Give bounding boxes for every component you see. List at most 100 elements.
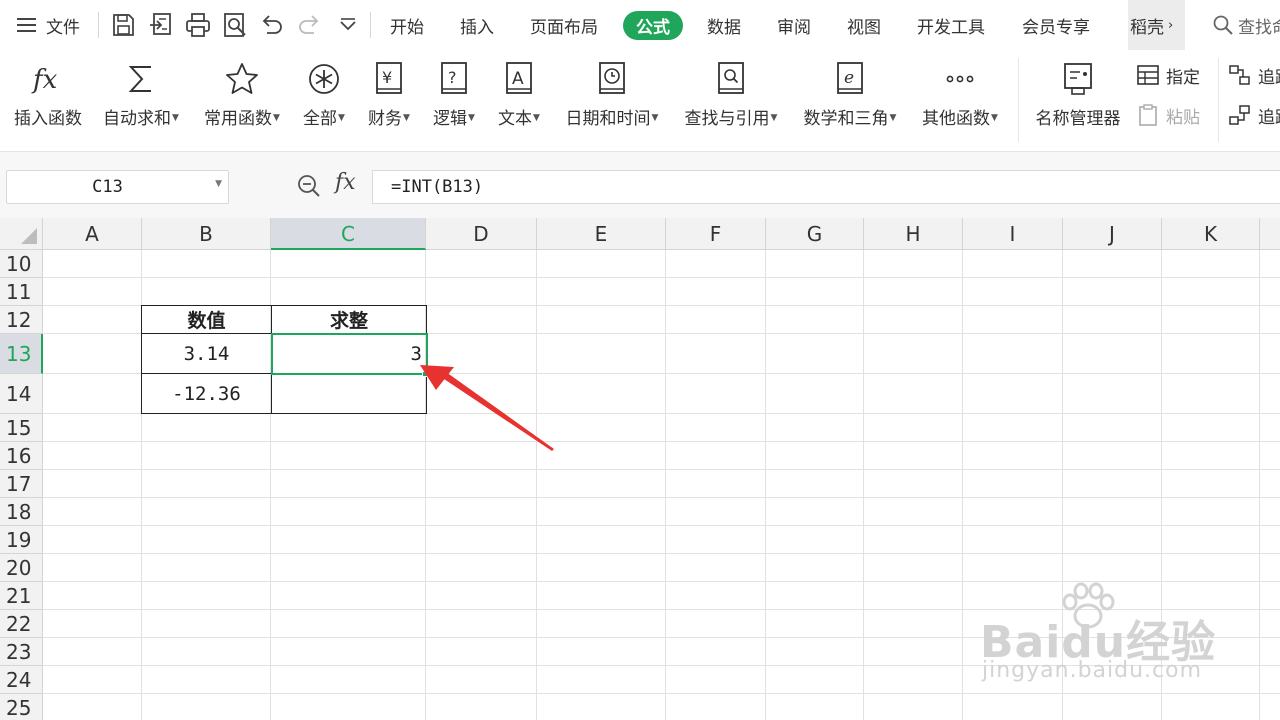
row-header-15[interactable]: 15 [0,414,43,442]
formula-ribbon: fx 插入函数 自动求和▼ 常用函数▼ 全部▼ ¥ 财务▼ ? 逻辑▼ A 文本… [0,50,1280,152]
zoom-icon[interactable] [295,172,323,200]
active-cell-outline [271,333,428,375]
date-time-button[interactable]: 日期和时间▼ [559,58,665,144]
column-header-h[interactable]: H [864,218,963,250]
logical-label: 逻辑 [433,109,468,129]
column-header-g[interactable]: G [766,218,864,250]
column-header-a[interactable]: A [43,218,142,250]
assign-name-label: 指定 [1166,67,1200,88]
financial-button[interactable]: ¥ 财务▼ [363,58,415,144]
row-header-13[interactable]: 13 [0,334,43,374]
name-manager-button[interactable]: 名称管理器 [1030,58,1126,144]
caret-down-icon: ▼ [273,113,280,123]
redo-icon[interactable] [296,11,324,39]
tab-home[interactable]: 开始 [390,0,424,50]
math-trig-button[interactable]: e 数学和三角▼ [798,58,902,144]
select-all-icon [21,228,37,244]
cell-b13[interactable]: 3.14 [141,333,272,374]
column-header-j[interactable]: J [1063,218,1162,250]
autosum-label: 自动求和 [103,109,172,129]
row-header-21[interactable]: 21 [0,582,43,610]
customize-dropdown-icon[interactable] [334,11,362,39]
export-pdf-icon[interactable] [147,11,175,39]
row-header-22[interactable]: 22 [0,610,43,638]
row-header-23[interactable]: 23 [0,638,43,666]
formula-input[interactable]: =INT(B13) [372,170,1280,204]
cell-b14[interactable]: -12.36 [141,373,272,414]
more-functions-button[interactable]: 其他函数▼ [917,58,1003,144]
caret-down-icon: ▼ [651,113,659,123]
paste-name-button[interactable]: 粘贴 [1136,101,1200,129]
insert-function-button[interactable]: fx 插入函数 [8,58,88,144]
table-icon [1137,65,1159,85]
trace-precedents-icon [1229,65,1250,85]
worksheet: ABCDEFGHIJK 10 11 12 13 14 15 16 17 18 19 20 21 22 23… [0,218,1280,720]
tab-page-layout[interactable]: 页面布局 [530,0,598,50]
math-trig-label: 数学和三角 [803,109,889,129]
row-headers: 10 11 12 13 14 15 16 17 18 19 20 21 22 23 24 25 [0,250,43,720]
cell-b12[interactable]: 数值 [141,305,272,334]
svg-text:e: e [844,68,854,88]
search-command[interactable]: 查找命 [1212,0,1280,50]
divider [98,12,99,38]
cell-grid[interactable]: 数值 求整 3.14 3 -12.36 [43,250,1280,720]
column-header-b[interactable]: B [142,218,271,250]
row-header-25[interactable]: 25 [0,694,43,720]
grid-line [43,553,1280,554]
text-functions-label: 文本 [498,109,533,129]
cell-c14[interactable] [271,373,427,414]
lookup-reference-button[interactable]: 查找与引用▼ [679,58,783,144]
yen-book-icon: ¥ [370,60,408,98]
row-header-14[interactable]: 14 [0,374,43,414]
tab-view[interactable]: 视图 [847,0,881,50]
print-preview-icon[interactable] [221,11,249,39]
assign-name-button[interactable]: 指定 [1136,61,1200,89]
column-header-e[interactable]: E [537,218,666,250]
tab-review[interactable]: 审阅 [777,0,811,50]
tab-member[interactable]: 会员专享 [1022,0,1090,50]
divider [1018,58,1019,142]
grid-line [43,525,1280,526]
all-functions-button[interactable]: 全部▼ [298,58,350,144]
trace-dependents-button[interactable]: 追踪 [1228,101,1280,129]
fill-handle[interactable] [422,371,428,377]
save-icon[interactable] [109,11,137,39]
grid-line [863,250,864,720]
row-header-19[interactable]: 19 [0,526,43,554]
svg-text:¥: ¥ [382,68,392,87]
tab-docer[interactable]: 稻壳 › [1128,0,1185,50]
column-header-c[interactable]: C [271,218,426,250]
row-header-24[interactable]: 24 [0,666,43,694]
text-functions-button[interactable]: A 文本▼ [493,58,545,144]
grid-line [536,250,537,720]
undo-icon[interactable] [257,11,285,39]
caret-down-icon: ▼ [991,113,998,123]
select-all-corner[interactable] [0,218,43,250]
tab-data[interactable]: 数据 [707,0,741,50]
tab-insert[interactable]: 插入 [460,0,494,50]
logical-button[interactable]: ? 逻辑▼ [428,58,480,144]
svg-text:A: A [512,69,524,89]
row-header-11[interactable]: 11 [0,278,43,306]
tab-developer[interactable]: 开发工具 [917,0,985,50]
file-menu-button[interactable]: 文件 [16,0,80,50]
row-header-12[interactable]: 12 [0,306,43,334]
row-header-16[interactable]: 16 [0,442,43,470]
row-header-18[interactable]: 18 [0,498,43,526]
trace-precedents-button[interactable]: 追踪 [1228,61,1280,89]
print-icon[interactable] [184,11,212,39]
common-functions-button[interactable]: 常用函数▼ [199,58,285,144]
fx-icon[interactable]: fx [335,170,356,195]
row-header-20[interactable]: 20 [0,554,43,582]
cell-c12[interactable]: 求整 [271,305,427,334]
autosum-button[interactable]: 自动求和▼ [98,58,184,144]
svg-text:?: ? [448,68,457,87]
row-header-10[interactable]: 10 [0,250,43,278]
column-header-f[interactable]: F [666,218,766,250]
tab-formulas[interactable]: 公式 [623,11,683,40]
column-header-i[interactable]: I [963,218,1063,250]
column-header-k[interactable]: K [1162,218,1260,250]
row-header-17[interactable]: 17 [0,470,43,498]
name-box[interactable]: C13 ▼ [6,170,229,204]
column-header-d[interactable]: D [426,218,537,250]
